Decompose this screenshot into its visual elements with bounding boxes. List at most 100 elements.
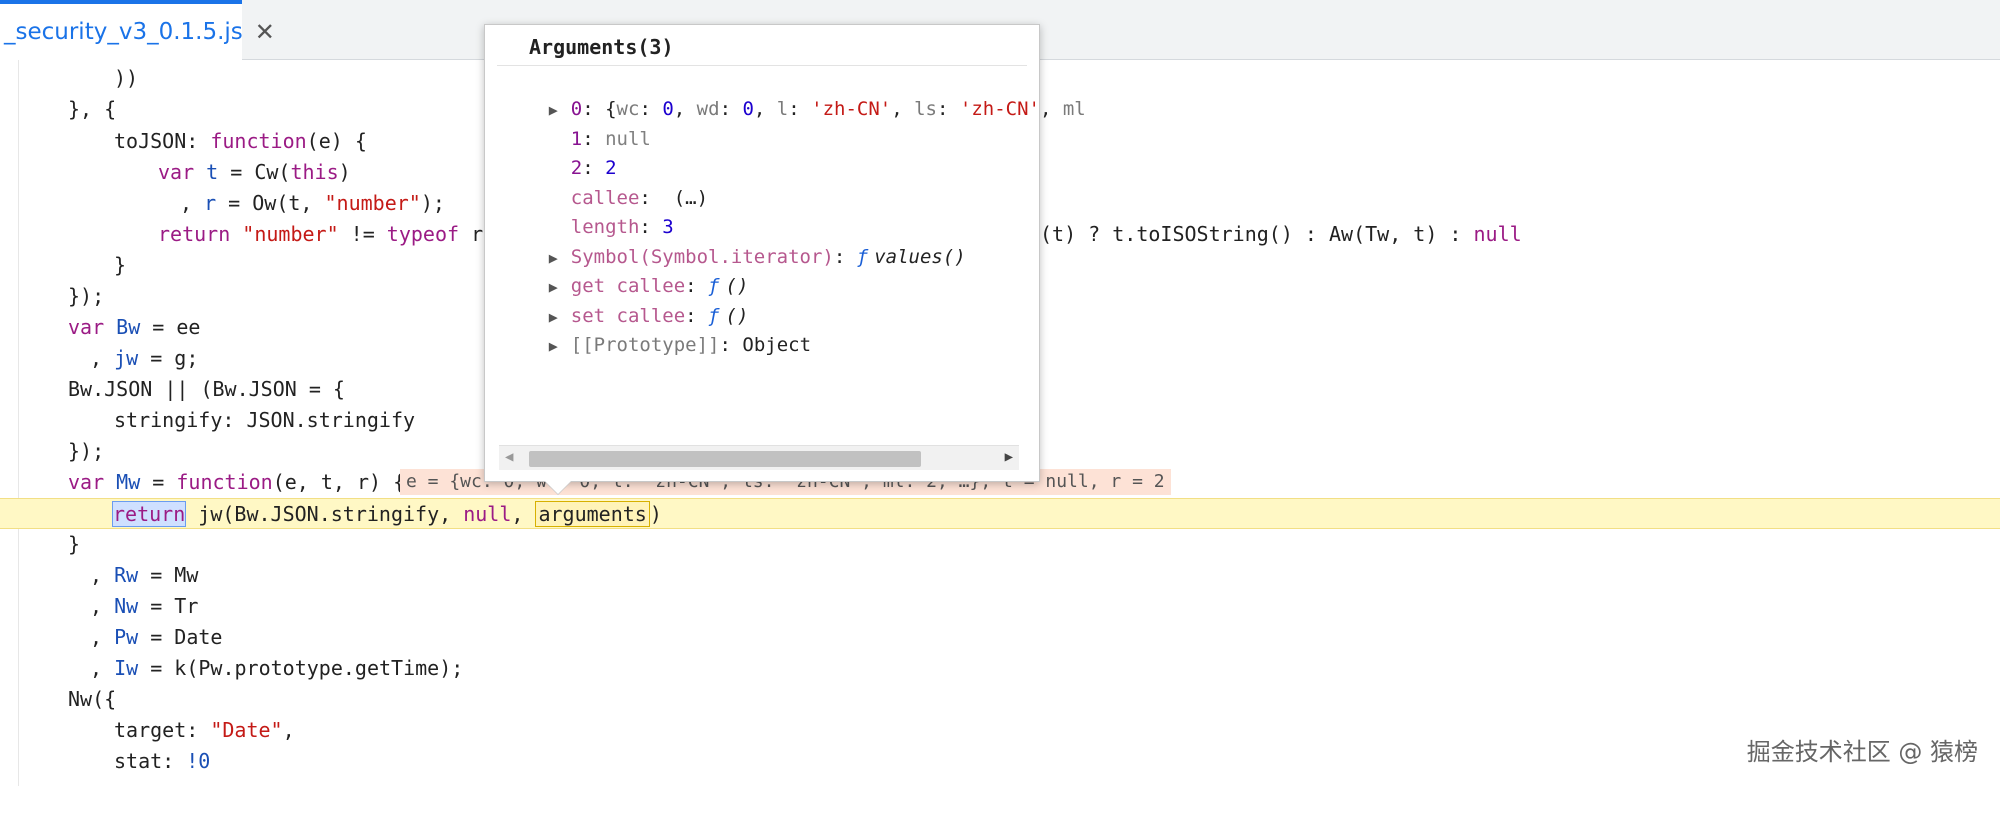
keyword: return (158, 222, 231, 246)
code-text: toJSON (114, 129, 187, 153)
code-line: Nw({ (0, 684, 2000, 715)
variable: t (206, 160, 219, 184)
code-text: = Mw (138, 563, 199, 587)
code-text: = Ow(t, (216, 191, 325, 215)
property-value: 0 (742, 98, 754, 120)
code-text: != (338, 222, 387, 246)
code-text: , (90, 625, 115, 649)
string: "number" (242, 222, 339, 246)
code-text: , (90, 656, 115, 680)
code-text: , (180, 191, 205, 215)
code-line: } (0, 529, 2000, 560)
code-text: = Date (138, 625, 223, 649)
code-text: = ee (140, 315, 201, 339)
scroll-right-icon[interactable]: ▶ (1005, 449, 1013, 465)
close-icon[interactable]: ✕ (255, 18, 275, 46)
property-text: : (788, 98, 812, 120)
keyword: typeof (386, 222, 460, 246)
property-row-0[interactable]: ▶ 0: {wc: 0, wd: 0, l: 'zh-CN', ls: 'zh-C… (503, 67, 1086, 120)
code-text: (e) { (306, 129, 367, 153)
property-row-length: length: 3 (570, 216, 674, 238)
property-key: [[Prototype]] (570, 334, 720, 356)
property-text: , (673, 98, 697, 120)
code-text: Nw({ (68, 687, 117, 711)
code-text: = (140, 470, 177, 494)
keyword: var (158, 160, 195, 184)
property-value: 'zh-CN' (959, 98, 1040, 120)
property-text: wd (696, 98, 720, 120)
code-text: stringify: JSON.stringify (114, 408, 416, 432)
code-text: }); (68, 284, 105, 308)
watermark: 掘金技术社区 @ 猿榜 (1746, 738, 1978, 766)
code-text: (e, t, r) { (272, 470, 406, 494)
code-text: } (114, 253, 127, 277)
code-text: = k(Pw.prototype.getTime); (138, 656, 464, 680)
code-text: Bw.JSON || (Bw.JSON = { (68, 377, 345, 401)
property-row-set-callee[interactable]: ▶ set callee: ƒ() (503, 274, 749, 327)
variable: Pw (114, 625, 139, 649)
paused-execution-line: return jw(Bw.JSON.stringify, null, argum… (0, 498, 2000, 529)
code-text: stat: (114, 749, 187, 773)
property-row-get-callee[interactable]: ▶ get callee: ƒ() (503, 244, 749, 297)
code-text: (t) ? t.toISOString() : Aw(Tw, t) : (1040, 222, 1474, 246)
code-line: , Nw = Tr (0, 591, 2000, 622)
property-row-1: 1: null (570, 128, 651, 150)
string: "number" (324, 191, 421, 215)
property-row-symbol-iterator[interactable]: ▶ Symbol(Symbol.iterator): ƒ values() (503, 215, 966, 268)
variable: Nw (114, 594, 139, 618)
keyword: var (68, 315, 105, 339)
keyword: null (1473, 222, 1522, 246)
code-text: )) (114, 66, 139, 90)
keyword: var (68, 470, 105, 494)
horizontal-scrollbar[interactable]: ◀ ▶ (499, 445, 1019, 470)
variable: Bw (116, 315, 141, 339)
code-text: target: (114, 718, 211, 742)
tab-file[interactable]: _security_v3_0.1.5.js ✕ (0, 0, 275, 60)
code-text: , (90, 594, 115, 618)
function-icon: ƒ (856, 246, 869, 268)
lazy-getter-value[interactable]: (…) (674, 187, 708, 209)
popover-pointer (544, 480, 572, 494)
keyword: function (176, 470, 273, 494)
property-row-prototype[interactable]: ▶ [[Prototype]]: Object (503, 303, 811, 356)
popover-title: Arguments(3) (529, 35, 674, 59)
variable: Mw (116, 470, 141, 494)
code-text: , (282, 718, 295, 742)
keyword: function (210, 129, 307, 153)
property-value: values() (874, 246, 966, 268)
code-text: }); (68, 439, 105, 463)
property-text: ls (914, 98, 937, 120)
expand-arrow-icon[interactable]: ▶ (549, 332, 571, 360)
code-text: ) (649, 502, 662, 526)
code-text: , (90, 563, 115, 587)
variable: r (204, 191, 217, 215)
code-text: ); (420, 191, 445, 215)
property-text: : (937, 98, 960, 120)
variable: jw (114, 346, 139, 370)
variable: Iw (114, 656, 139, 680)
property-text: , (891, 98, 915, 120)
object-preview-popover[interactable]: Arguments(3) ▶ 0: {wc: 0, wd: 0, l: 'zh-C… (484, 24, 1086, 482)
tab-filename[interactable]: _security_v3_0.1.5.js (4, 19, 243, 45)
property-value: Object (742, 334, 812, 356)
keyword: this (290, 160, 339, 184)
scroll-left-icon[interactable]: ◀ (505, 449, 513, 465)
variable: Rw (114, 563, 139, 587)
keyword-return-highlight: return (112, 501, 187, 527)
property-text: , (1039, 98, 1063, 120)
property-row-callee[interactable]: callee: (…) (503, 156, 708, 209)
hovered-arguments-token[interactable]: arguments (535, 501, 650, 527)
code-text: = g; (138, 346, 199, 370)
keyword: null (463, 502, 512, 526)
property-text: : (719, 98, 743, 120)
code-text: = Tr (138, 594, 199, 618)
code-text: jw(Bw.JSON.stringify, (186, 502, 464, 526)
code-line: target: "Date", (0, 715, 2000, 746)
code-text: = Cw( (218, 160, 291, 184)
scrollbar-thumb[interactable] (529, 451, 921, 467)
divider (497, 65, 1027, 66)
code-line: , Rw = Mw (0, 560, 2000, 591)
value: !0 (186, 749, 211, 773)
code-line: , Pw = Date (0, 622, 2000, 653)
property-text: l (776, 98, 789, 120)
